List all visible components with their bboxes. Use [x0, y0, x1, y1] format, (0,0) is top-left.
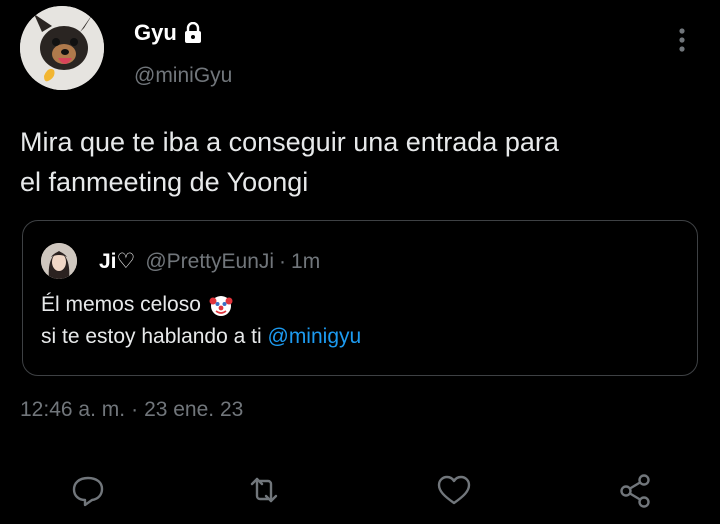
- clown-face-icon: [209, 296, 233, 316]
- quote-separator: ·: [279, 250, 287, 273]
- like-icon: [437, 475, 471, 505]
- timestamp-separator: ·: [131, 398, 139, 421]
- quote-text-line: Él memos celoso: [41, 293, 233, 317]
- share-button[interactable]: [616, 470, 656, 510]
- lock-icon: [184, 22, 201, 43]
- quote-text: si te estoy hablando a ti: [41, 325, 262, 348]
- author-name-row: Gyu: [134, 20, 203, 46]
- author-display-name[interactable]: Gyu: [134, 20, 177, 46]
- tweet-timestamp: 12:46 a. m. · 23 ene. 23: [20, 398, 243, 422]
- tweet-actions: [0, 470, 720, 514]
- quote-text-line: si te estoy hablando a ti @minigyu: [41, 325, 361, 349]
- like-button[interactable]: [434, 470, 474, 510]
- dog-avatar-image: [20, 6, 104, 90]
- tweet-text: Mira que te iba a conseguir una entrada …: [20, 122, 700, 202]
- quote-header: Ji♡ @PrettyEunJi · 1m: [99, 249, 320, 274]
- timestamp-date[interactable]: 23 ene. 23: [144, 398, 243, 421]
- tweet-text-line: Mira que te iba a conseguir una entrada …: [20, 127, 559, 157]
- more-options-icon[interactable]: [672, 26, 692, 54]
- reply-button[interactable]: [68, 470, 108, 510]
- retweet-icon: [250, 477, 278, 503]
- quote-time: 1m: [291, 250, 321, 273]
- quote-handle[interactable]: @PrettyEunJi: [145, 250, 274, 274]
- quoted-tweet[interactable]: Ji♡ @PrettyEunJi · 1m Él memos celoso si…: [22, 220, 698, 376]
- quote-avatar-image: [41, 243, 77, 279]
- author-handle[interactable]: @miniGyu: [134, 64, 232, 88]
- mention-link[interactable]: @minigyu: [268, 325, 362, 348]
- reply-icon: [72, 476, 104, 507]
- quote-text: Él memos celoso: [41, 293, 201, 316]
- tweet-text-line: el fanmeeting de Yoongi: [20, 167, 309, 197]
- quote-avatar: [41, 243, 77, 279]
- timestamp-time[interactable]: 12:46 a. m.: [20, 398, 125, 421]
- author-avatar[interactable]: [20, 6, 104, 90]
- retweet-button[interactable]: [244, 470, 284, 510]
- quote-display-name[interactable]: Ji♡: [99, 249, 135, 274]
- share-icon: [620, 474, 650, 508]
